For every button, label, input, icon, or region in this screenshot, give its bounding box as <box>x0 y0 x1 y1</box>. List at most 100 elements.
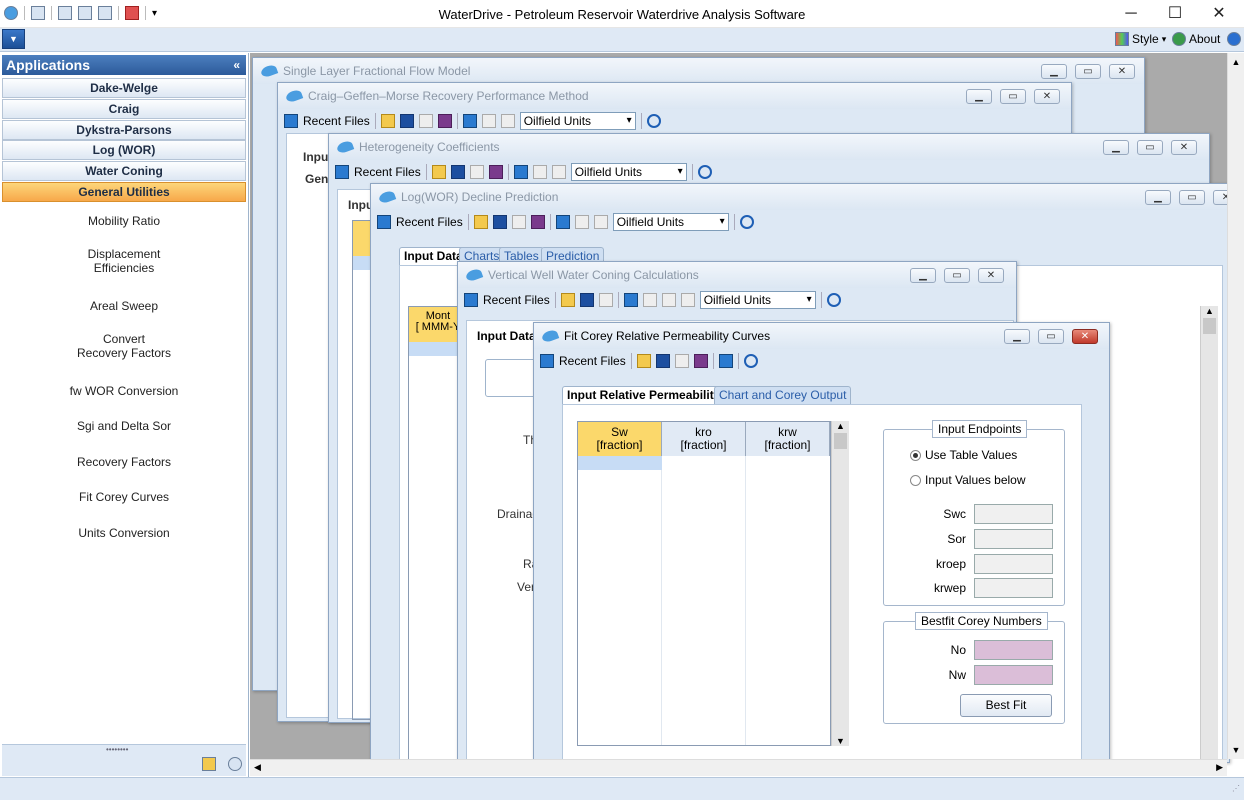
open-icon[interactable] <box>560 293 575 307</box>
selected-cell[interactable] <box>578 456 662 470</box>
input-kroep[interactable] <box>974 554 1053 574</box>
monitor-icon[interactable] <box>513 165 528 179</box>
new-icon[interactable] <box>418 114 433 128</box>
nav-dake-welge[interactable]: Dake-Welge <box>2 78 246 98</box>
scroll-left-icon[interactable]: ◀ <box>254 762 261 773</box>
pdf-icon[interactable] <box>661 293 676 307</box>
copy-icon[interactable] <box>642 293 657 307</box>
column-header-sw[interactable]: Sw [fraction] <box>578 422 662 456</box>
nav-dykstra-parsons[interactable]: Dykstra-Parsons <box>2 120 246 140</box>
units-select[interactable]: Oilfield Units <box>570 163 687 181</box>
recent-files-button[interactable]: Recent Files <box>483 293 550 307</box>
min-button[interactable]: ▁ <box>1145 190 1171 205</box>
recent-files-button[interactable]: Recent Files <box>396 215 463 229</box>
tab-chart-corey-output[interactable]: Chart and Corey Output <box>714 386 852 404</box>
new-icon[interactable] <box>598 293 613 307</box>
style-menu[interactable]: Style ▾ <box>1115 32 1166 46</box>
input-sor[interactable] <box>974 529 1053 549</box>
scroll-thumb[interactable] <box>1203 318 1216 334</box>
scroll-up-icon[interactable]: ▲ <box>1228 57 1244 67</box>
excel-icon[interactable] <box>680 293 695 307</box>
input-tab[interactable]: Inpu <box>303 150 328 164</box>
scroll-down-icon[interactable]: ▼ <box>1228 745 1244 755</box>
save-icon[interactable] <box>579 293 594 307</box>
recent-files-button[interactable]: Recent Files <box>303 114 370 128</box>
about-menu[interactable]: About <box>1172 32 1242 46</box>
save-icon[interactable] <box>492 215 507 229</box>
util-sgi-delta-sor[interactable]: Sgi and Delta Sor <box>2 419 246 433</box>
recent-files-button[interactable]: Recent Files <box>354 165 421 179</box>
column-header-krw[interactable]: krw [fraction] <box>746 422 830 456</box>
power-icon[interactable] <box>826 293 841 307</box>
recent-files-button[interactable]: Recent Files <box>559 354 626 368</box>
min-button[interactable]: ▁ <box>1004 329 1030 344</box>
nav-log-wor[interactable]: Log (WOR) <box>2 140 246 160</box>
mdi-vertical-scrollbar[interactable]: ▲ ▼ <box>1227 53 1244 759</box>
nav-general-utilities[interactable]: General Utilities <box>2 182 246 202</box>
input-tab[interactable]: Input Data <box>477 329 536 343</box>
settings-icon[interactable] <box>228 757 242 771</box>
splitter-grip[interactable]: •••••••• <box>106 745 128 754</box>
pdf-icon[interactable] <box>532 165 547 179</box>
excel-icon[interactable] <box>593 215 608 229</box>
collapse-panel-icon[interactable]: « <box>233 55 240 75</box>
open-icon[interactable] <box>380 114 395 128</box>
max-button[interactable]: ▭ <box>1000 89 1026 104</box>
max-button[interactable]: ▭ <box>1137 140 1163 155</box>
scroll-thumb[interactable] <box>834 433 847 449</box>
close-window-button[interactable]: ✕ <box>1171 140 1197 155</box>
close-window-button[interactable]: ✕ <box>1109 64 1135 79</box>
max-button[interactable]: ▭ <box>1038 329 1064 344</box>
column-header-kro[interactable]: kro [fraction] <box>662 422 746 456</box>
new-icon[interactable] <box>469 165 484 179</box>
mdi-horizontal-scrollbar[interactable]: ◀ ▶ <box>250 759 1227 776</box>
excel-icon[interactable] <box>551 165 566 179</box>
max-button[interactable]: ▭ <box>944 268 970 283</box>
scroll-down-icon[interactable]: ▼ <box>832 736 849 746</box>
excel-icon[interactable] <box>500 114 515 128</box>
book-icon[interactable] <box>530 215 545 229</box>
min-button[interactable]: ▁ <box>966 89 992 104</box>
open-icon[interactable] <box>431 165 446 179</box>
util-displacement-efficiencies[interactable]: Displacement Efficiencies <box>2 247 246 275</box>
radio-input-values-below[interactable]: Input Values below <box>910 473 1026 487</box>
scroll-up-icon[interactable]: ▲ <box>1201 306 1218 316</box>
minimize-button[interactable]: ─ <box>1116 4 1146 24</box>
units-select[interactable]: Oilfield Units <box>612 213 729 231</box>
monitor-icon[interactable] <box>555 215 570 229</box>
relperm-table[interactable]: Sw [fraction] kro [fraction] krw [fraction] <box>577 421 831 746</box>
close-window-button[interactable]: ✕ <box>1034 89 1060 104</box>
util-areal-sweep[interactable]: Areal Sweep <box>2 299 246 313</box>
util-recovery-factors[interactable]: Recovery Factors <box>2 455 246 469</box>
util-convert-recovery-factors[interactable]: Convert Recovery Factors <box>2 332 246 360</box>
power-icon[interactable] <box>646 114 661 128</box>
application-menu-button[interactable]: ▼ <box>2 29 25 49</box>
book-icon[interactable] <box>488 165 503 179</box>
input-krwep[interactable] <box>974 578 1053 598</box>
vertical-scrollbar[interactable]: ▲ <box>1200 306 1218 761</box>
close-window-button[interactable]: ✕ <box>978 268 1004 283</box>
open-icon[interactable] <box>636 354 651 368</box>
book-icon[interactable] <box>437 114 452 128</box>
util-units-conversion[interactable]: Units Conversion <box>2 526 246 540</box>
new-icon[interactable] <box>674 354 689 368</box>
scroll-up-icon[interactable]: ▲ <box>832 421 849 431</box>
min-button[interactable]: ▁ <box>910 268 936 283</box>
monitor-icon[interactable] <box>718 354 733 368</box>
open-icon[interactable] <box>473 215 488 229</box>
power-icon[interactable] <box>739 215 754 229</box>
util-fw-wor-conversion[interactable]: fw WOR Conversion <box>2 384 246 398</box>
save-icon[interactable] <box>399 114 414 128</box>
nav-water-coning[interactable]: Water Coning <box>2 161 246 181</box>
new-icon[interactable] <box>511 215 526 229</box>
scroll-right-icon[interactable]: ▶ <box>1216 762 1223 773</box>
input-swc[interactable] <box>974 504 1053 524</box>
resize-grip[interactable]: ⋰ <box>1232 784 1240 793</box>
power-icon[interactable] <box>697 165 712 179</box>
max-button[interactable]: ▭ <box>1179 190 1205 205</box>
close-button[interactable]: ✕ <box>1204 4 1234 24</box>
monitor-icon[interactable] <box>623 293 638 307</box>
table-scrollbar[interactable]: ▲ ▼ <box>831 421 849 746</box>
best-fit-button[interactable]: Best Fit <box>960 694 1052 717</box>
util-mobility-ratio[interactable]: Mobility Ratio <box>2 214 246 228</box>
